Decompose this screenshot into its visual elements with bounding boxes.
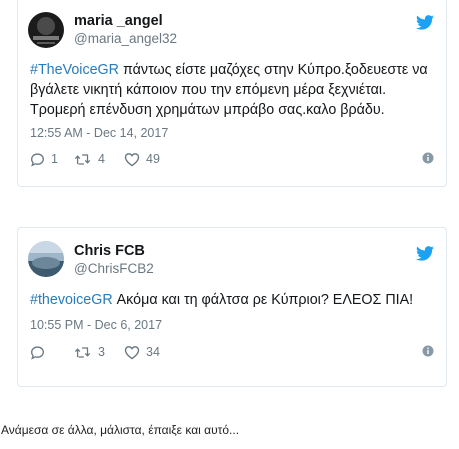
tweet-actions: 1 4 49 [30,151,434,167]
author-name[interactable]: Chris FCB [74,243,145,259]
reply-button[interactable] [30,344,51,360]
like-button[interactable]: 49 [124,151,160,167]
reply-button[interactable]: 1 [30,151,58,167]
tweet-text: #TheVoiceGR πάντως είστε μαζόχες στην Κύ… [30,60,434,120]
reply-icon [31,345,44,360]
twitter-bird-icon[interactable] [416,15,434,30]
tweet-text: #thevoiceGR Ακόμα και τη φάλτσα ρε Κύπρι… [30,290,434,310]
tweet-text-line: πάντως είστε μαζόχες στην Κύπρο.ξοδευεστ… [123,62,428,78]
heart-icon [124,345,140,359]
reply-icon [31,152,44,167]
retweet-icon [74,346,91,358]
retweet-count: 3 [98,345,105,359]
hashtag-link[interactable]: #TheVoiceGR [30,62,119,78]
author-handle[interactable]: @maria_angel32 [74,31,177,46]
retweet-count: 4 [98,152,105,166]
author-name[interactable]: maria _angel [74,13,163,29]
tweet-text-line: Τρομερή επένδυση χρημάτων μπράβο σας.καλ… [30,102,385,118]
info-icon[interactable] [422,345,434,357]
heart-icon [124,152,140,166]
hashtag-link[interactable]: #thevoiceGR [30,292,113,308]
twitter-bird-icon[interactable] [416,246,434,261]
tweet-actions: 3 34 [30,344,434,360]
like-count: 49 [146,152,160,166]
avatar[interactable] [28,12,64,48]
tweet-text-line: βγάλετε νικητή κάποιον που την επόμενη μ… [30,82,387,98]
retweet-icon [74,153,91,165]
tweet-text-line: Ακόμα και τη φάλτσα ρε Κύπριοι? ΕΛΕΟΣ ΠΙ… [116,292,414,308]
author-handle[interactable]: @ChrisFCB2 [74,261,154,276]
like-button[interactable]: 34 [124,344,160,360]
tweet-card: Chris FCB @ChrisFCB2 #thevoiceGR Ακόμα κ… [17,227,447,387]
reply-count: 1 [51,152,58,166]
tweet-card: maria _angel @maria_angel32 #TheVoiceGR … [17,0,447,187]
like-count: 34 [146,345,160,359]
retweet-button[interactable]: 3 [74,344,105,360]
avatar[interactable] [28,241,64,277]
info-icon[interactable] [422,152,434,164]
article-caption: Ανάμεσα σε άλλα, μάλιστα, έπαιξε και αυτ… [1,423,240,437]
retweet-button[interactable]: 4 [74,151,105,167]
timestamp[interactable]: 12:55 AM - Dec 14, 2017 [30,126,168,140]
timestamp[interactable]: 10:55 PM - Dec 6, 2017 [30,318,162,332]
